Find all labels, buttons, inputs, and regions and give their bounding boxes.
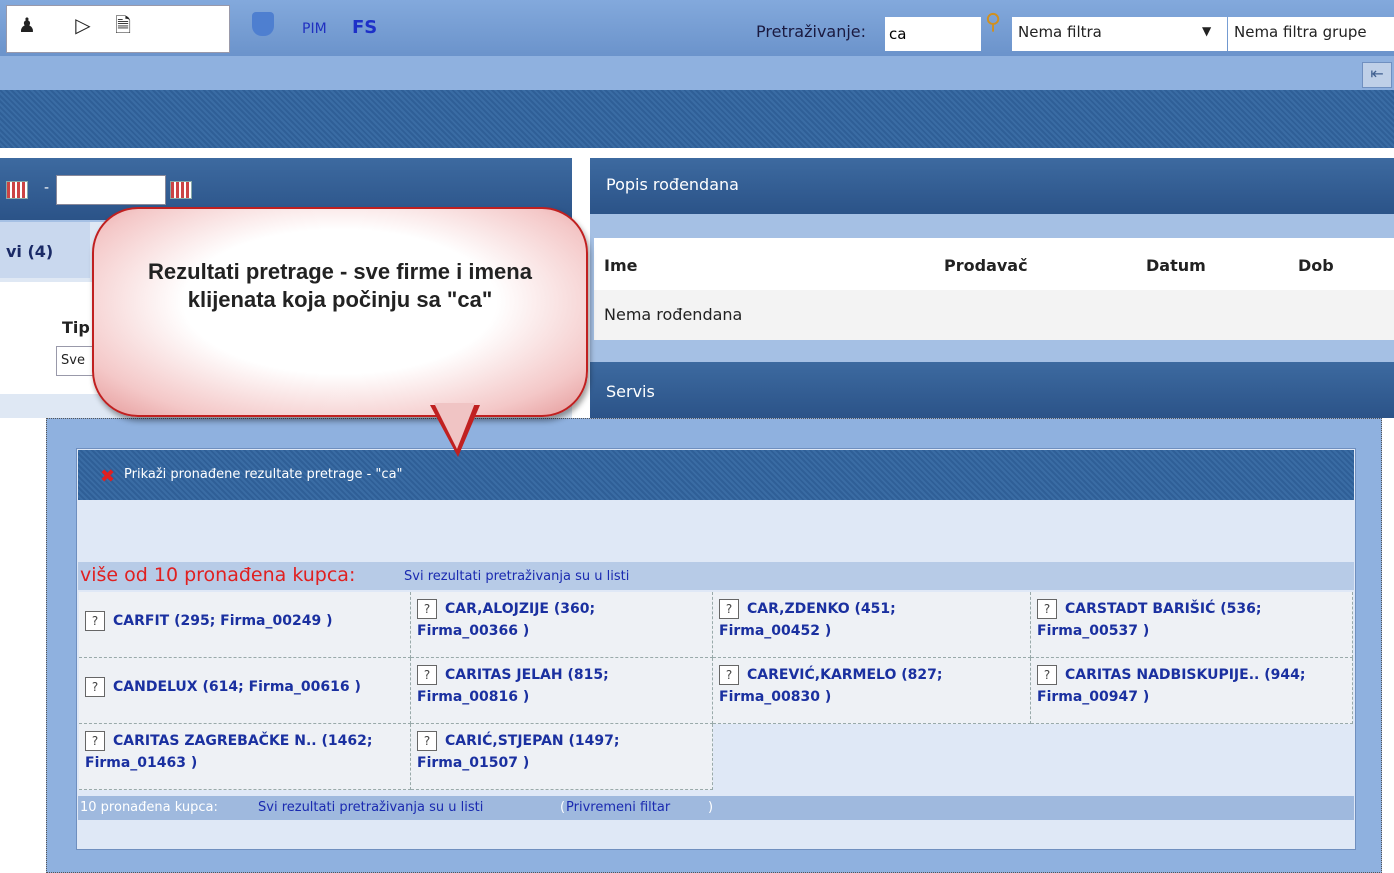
result-item[interactable]: ? CARITAS NADBISKUPIJE.. (944; Firma_00947… xyxy=(1031,658,1353,724)
column-header-dob[interactable]: Dob xyxy=(1298,256,1334,275)
documents-icon[interactable]: 🗎 xyxy=(110,12,136,38)
help-icon[interactable]: ? xyxy=(1037,665,1057,685)
help-icon[interactable]: ? xyxy=(85,731,105,751)
help-icon[interactable]: ? xyxy=(417,731,437,751)
result-item-firm[interactable]: Firma_00816 ) xyxy=(417,689,529,705)
help-icon[interactable]: ? xyxy=(85,677,105,697)
result-item[interactable]: ? CAR,ZDENKO (451; Firma_00452 ) xyxy=(713,592,1031,658)
sub-toolbar xyxy=(0,56,1394,90)
user-icon[interactable]: ♟ xyxy=(14,12,40,38)
result-item-name[interactable]: CARIĆ,STJEPAN (1497; xyxy=(445,733,619,749)
filter-select[interactable]: Nema filtra xyxy=(1012,17,1227,51)
result-item-name[interactable]: CAREVIĆ,KARMELO (827; xyxy=(747,667,942,683)
result-item-firm[interactable]: Firma_00537 ) xyxy=(1037,623,1149,639)
type-label: Tip xyxy=(62,318,90,337)
date-range-dash: - xyxy=(44,180,50,196)
column-header-prodavac[interactable]: Prodavač xyxy=(944,256,1028,275)
result-item-name[interactable]: CARITAS ZAGREBAČKE N.. (1462; xyxy=(113,733,372,749)
result-item[interactable]: ? CARFIT (295; Firma_00249 ) xyxy=(79,592,411,658)
chevron-down-icon[interactable]: ▼ xyxy=(1202,24,1211,38)
results-grid: ? CARFIT (295; Firma_00249 )? CAR,ALOJZIJE… xyxy=(79,592,1353,792)
callout-tail-inner xyxy=(434,403,475,449)
result-item[interactable]: ? CARSTADT BARIŠIĆ (536; Firma_00537 ) xyxy=(1031,592,1353,658)
result-item-name[interactable]: CARSTADT BARIŠIĆ (536; xyxy=(1065,601,1261,617)
group-filter-select[interactable]: Nema filtra grupe xyxy=(1228,17,1394,51)
calendar-icon[interactable] xyxy=(170,181,192,199)
magnifier-icon[interactable]: ⚲ xyxy=(985,10,1001,35)
column-header-ime[interactable]: Ime xyxy=(604,256,637,275)
empty-message: Nema rođendana xyxy=(604,305,743,324)
search-input[interactable] xyxy=(885,17,981,51)
footer-paren-close: ) xyxy=(708,800,714,815)
help-icon[interactable]: ? xyxy=(85,611,105,631)
help-icon[interactable]: ? xyxy=(719,665,739,685)
close-icon[interactable]: ✖ xyxy=(100,466,115,487)
servis-title: Servis xyxy=(606,382,655,401)
birthdays-title: Popis rođendana xyxy=(606,175,739,194)
callout-text: Rezultati pretrage - sve firme i imena k… xyxy=(148,259,532,312)
play-icon[interactable]: ▷ xyxy=(70,12,96,38)
calendar-icon[interactable] xyxy=(6,181,28,199)
help-icon[interactable]: ? xyxy=(1037,599,1057,619)
tab-label[interactable]: vi (4) xyxy=(6,242,53,261)
result-item[interactable]: ? CAR,ALOJZIJE (360; Firma_00366 ) xyxy=(411,592,713,658)
result-item[interactable]: ? CARITAS ZAGREBAČKE N.. (1462; Firma_0146… xyxy=(79,724,411,790)
footer-all-results-link[interactable]: Svi rezultati pretraživanja su u listi xyxy=(258,800,483,815)
footer-paren-open: ( xyxy=(560,800,566,815)
header-band xyxy=(0,90,1394,148)
column-header-datum[interactable]: Datum xyxy=(1146,256,1206,275)
result-item-name[interactable]: CARITAS NADBISKUPIJE.. (944; xyxy=(1065,667,1305,683)
search-results-title: Prikaži pronađene rezultate pretrage - "… xyxy=(124,467,403,482)
pim-icon[interactable] xyxy=(252,12,274,36)
result-item-firm[interactable]: Firma_00452 ) xyxy=(719,623,831,639)
help-icon[interactable]: ? xyxy=(719,599,739,619)
search-label: Pretraživanje: xyxy=(756,22,867,41)
result-item[interactable]: ? CARIĆ,STJEPAN (1497; Firma_01507 ) xyxy=(411,724,713,790)
result-item-name[interactable]: CANDELUX (614; Firma_00616 ) xyxy=(113,679,361,695)
summary-count: više od 10 pronađena kupca: xyxy=(80,564,356,586)
result-item-name[interactable]: CAR,ZDENKO (451; xyxy=(747,601,896,617)
help-icon[interactable]: ? xyxy=(417,599,437,619)
pim-link[interactable]: PIM xyxy=(302,21,327,37)
result-item-name[interactable]: CAR,ALOJZIJE (360; xyxy=(445,601,595,617)
result-item[interactable]: ? CANDELUX (614; Firma_00616 ) xyxy=(79,658,411,724)
result-item-firm[interactable]: Firma_00366 ) xyxy=(417,623,529,639)
collapse-icon[interactable]: ⇤ xyxy=(1362,62,1392,88)
result-item-firm[interactable]: Firma_00947 ) xyxy=(1037,689,1149,705)
temporary-filter-link[interactable]: Privremeni filtar xyxy=(566,800,670,815)
result-item-firm[interactable]: Firma_01507 ) xyxy=(417,755,529,771)
result-item-name[interactable]: CARITAS JELAH (815; xyxy=(445,667,609,683)
date-to-input[interactable] xyxy=(56,175,166,205)
fs-link[interactable]: FS xyxy=(352,17,377,38)
servis-header xyxy=(590,362,1394,418)
result-item-name[interactable]: CARFIT (295; Firma_00249 ) xyxy=(113,613,332,629)
help-icon[interactable]: ? xyxy=(417,665,437,685)
result-item-firm[interactable]: Firma_00830 ) xyxy=(719,689,831,705)
result-item-firm[interactable]: Firma_01463 ) xyxy=(85,755,197,771)
result-item[interactable]: ? CARITAS JELAH (815; Firma_00816 ) xyxy=(411,658,713,724)
footer-count: 10 pronađena kupca: xyxy=(80,800,218,815)
all-results-link[interactable]: Svi rezultati pretraživanja su u listi xyxy=(404,569,629,584)
result-item[interactable]: ? CAREVIĆ,KARMELO (827; Firma_00830 ) xyxy=(713,658,1031,724)
